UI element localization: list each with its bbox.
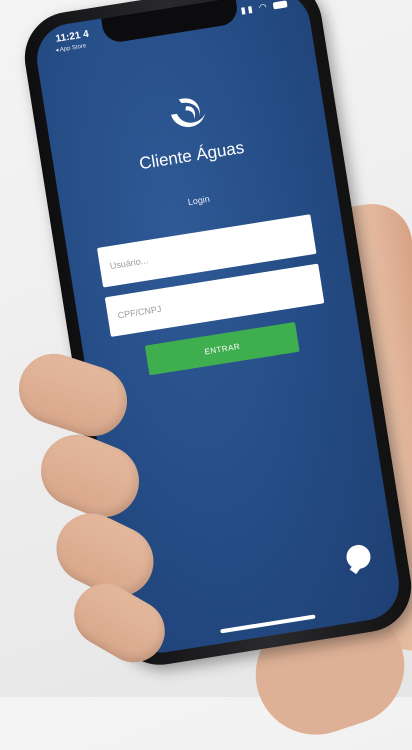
status-icons: ▮▮ ◠ — [240, 0, 288, 17]
signal-icon: ▮▮ — [239, 3, 256, 16]
battery-icon — [272, 0, 288, 10]
login-button[interactable]: ENTRAR — [144, 321, 300, 376]
water-swirl-logo — [171, 98, 206, 128]
wifi-icon: ◠ — [258, 1, 270, 13]
chat-bubble-icon[interactable] — [344, 543, 373, 571]
home-indicator[interactable] — [220, 614, 316, 634]
